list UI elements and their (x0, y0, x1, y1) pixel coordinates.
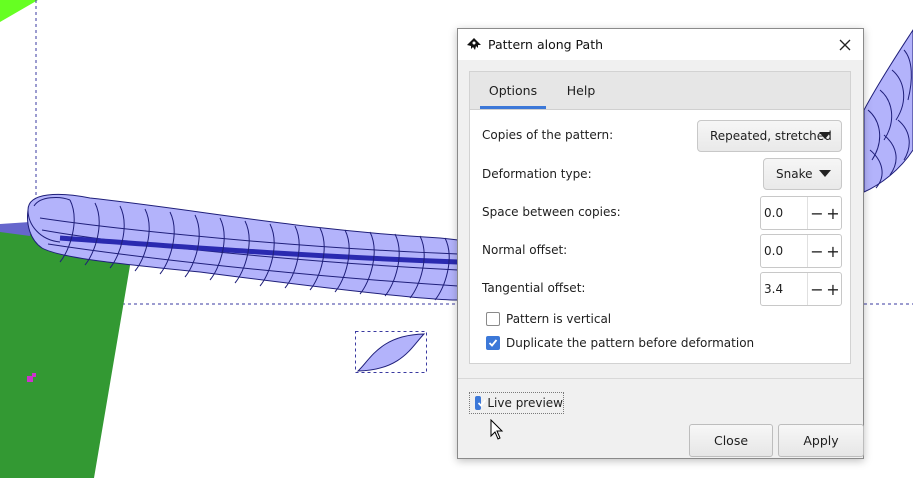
checkmark-icon (477, 399, 487, 407)
close-button[interactable]: Close (689, 424, 773, 457)
minus-icon[interactable]: − (809, 273, 825, 305)
minus-icon[interactable]: − (809, 235, 825, 267)
copies-dropdown[interactable]: Repeated, stretched (697, 120, 842, 152)
inkscape-icon (467, 38, 481, 50)
pattern-vertical-checkbox[interactable] (486, 312, 500, 326)
plus-icon[interactable]: + (825, 197, 841, 229)
plus-icon[interactable]: + (825, 235, 841, 267)
tab-options[interactable]: Options (480, 72, 546, 109)
space-label: Space between copies: (482, 205, 621, 219)
space-input[interactable] (762, 198, 808, 228)
tangential-offset-label: Tangential offset: (482, 281, 586, 295)
pattern-vertical-label: Pattern is vertical (506, 312, 612, 326)
mouse-cursor-icon (490, 419, 504, 440)
live-preview-checkbox[interactable] (475, 396, 487, 410)
tab-help[interactable]: Help (556, 72, 606, 109)
plus-icon[interactable]: + (825, 273, 841, 305)
deformation-label: Deformation type: (482, 167, 592, 181)
normal-offset-label: Normal offset: (482, 243, 568, 257)
copies-label: Copies of the pattern: (482, 128, 614, 142)
minus-icon[interactable]: − (809, 197, 825, 229)
normal-offset-spinbox: − + (760, 234, 842, 268)
chevron-down-icon (819, 170, 831, 177)
duplicate-pattern-checkbox[interactable] (486, 336, 500, 350)
deformation-dropdown[interactable]: Snake (763, 158, 842, 190)
checkmark-icon (488, 339, 498, 347)
apply-button[interactable]: Apply (778, 424, 864, 457)
tab-bar: Options Help (470, 72, 850, 110)
divider (458, 378, 863, 379)
duplicate-pattern-label: Duplicate the pattern before deformation (506, 336, 755, 350)
pattern-object[interactable] (356, 333, 426, 372)
live-preview-toggle[interactable]: Live preview (469, 392, 564, 414)
active-tab-indicator (480, 106, 546, 109)
close-icon[interactable] (827, 29, 863, 60)
lime-shape[interactable] (0, 0, 38, 22)
chevron-down-icon (819, 132, 831, 139)
deformation-value: Snake (776, 167, 813, 181)
options-notebook: Options Help Copies of the pattern: Repe… (469, 71, 851, 364)
pattern-vertical-row[interactable]: Pattern is vertical (486, 310, 611, 328)
green-shape[interactable] (0, 230, 135, 478)
rope-path-right[interactable] (863, 29, 913, 193)
dialog-title: Pattern along Path (488, 37, 604, 52)
duplicate-pattern-row[interactable]: Duplicate the pattern before deformation (486, 334, 754, 352)
live-preview-label: Live preview (487, 396, 563, 410)
space-spinbox: − + (760, 196, 842, 230)
tangential-offset-spinbox: − + (760, 272, 842, 306)
copies-value: Repeated, stretched (710, 129, 832, 143)
tangential-offset-input[interactable] (762, 274, 808, 304)
title-bar[interactable]: Pattern along Path (458, 29, 863, 60)
normal-offset-input[interactable] (762, 236, 808, 266)
pattern-along-path-dialog: Pattern along Path Options Help Copies o… (457, 28, 864, 459)
